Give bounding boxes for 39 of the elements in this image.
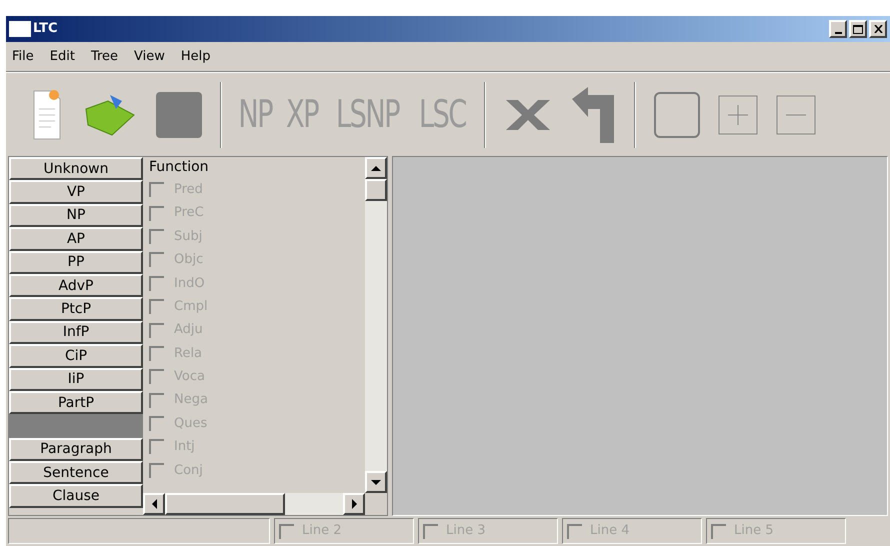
phrase-button[interactable]: VP [9,180,143,204]
window-title: LTC [33,20,58,38]
close-button[interactable] [869,20,887,38]
phrase-button[interactable]: PartP [9,390,143,414]
phrase-button[interactable]: InfP [9,320,143,344]
horizontal-scrollbar[interactable] [143,493,365,515]
phrase-button[interactable]: PP [9,250,143,274]
menu-item[interactable]: View [134,46,165,66]
phrase-button[interactable]: AP [9,227,143,251]
phrase-button[interactable]: CiP [9,344,143,368]
cross-icon[interactable] [504,98,552,132]
close-icon [874,25,882,33]
phrase-button[interactable]: IiP [9,368,143,391]
plus-icon[interactable] [718,94,758,134]
menu-item[interactable]: Help [180,46,211,66]
phrase-button[interactable]: Sentence [9,461,143,484]
scroll-right-button[interactable] [343,493,365,515]
phrase-button[interactable]: Clause [9,484,143,508]
scroll-thumb[interactable] [165,493,285,515]
minus-icon[interactable] [776,94,816,134]
menu-item[interactable]: Edit [50,46,75,66]
vertical-scrollbar[interactable] [365,157,387,493]
menu-item[interactable]: Tree [90,46,118,66]
phrase-button[interactable]: AdvP [9,274,143,298]
scroll-down-button[interactable] [365,471,387,493]
minimize-button[interactable] [829,20,847,38]
maximize-button[interactable] [849,20,867,38]
empty-frame-icon[interactable] [654,92,700,138]
phrase-button[interactable]: Paragraph [9,438,143,462]
phrase-button[interactable]: NP [9,204,143,228]
app-icon [9,21,31,37]
menu-item[interactable]: File [12,46,34,66]
list-heading: Function [149,158,210,177]
phrase-button[interactable]: PtcP [9,297,143,321]
phrase-button[interactable]: Unknown [9,157,143,180]
scroll-left-button[interactable] [143,493,165,515]
return-arrow-icon[interactable] [570,86,616,142]
scroll-thumb[interactable] [365,179,387,201]
scroll-up-button[interactable] [365,157,387,179]
